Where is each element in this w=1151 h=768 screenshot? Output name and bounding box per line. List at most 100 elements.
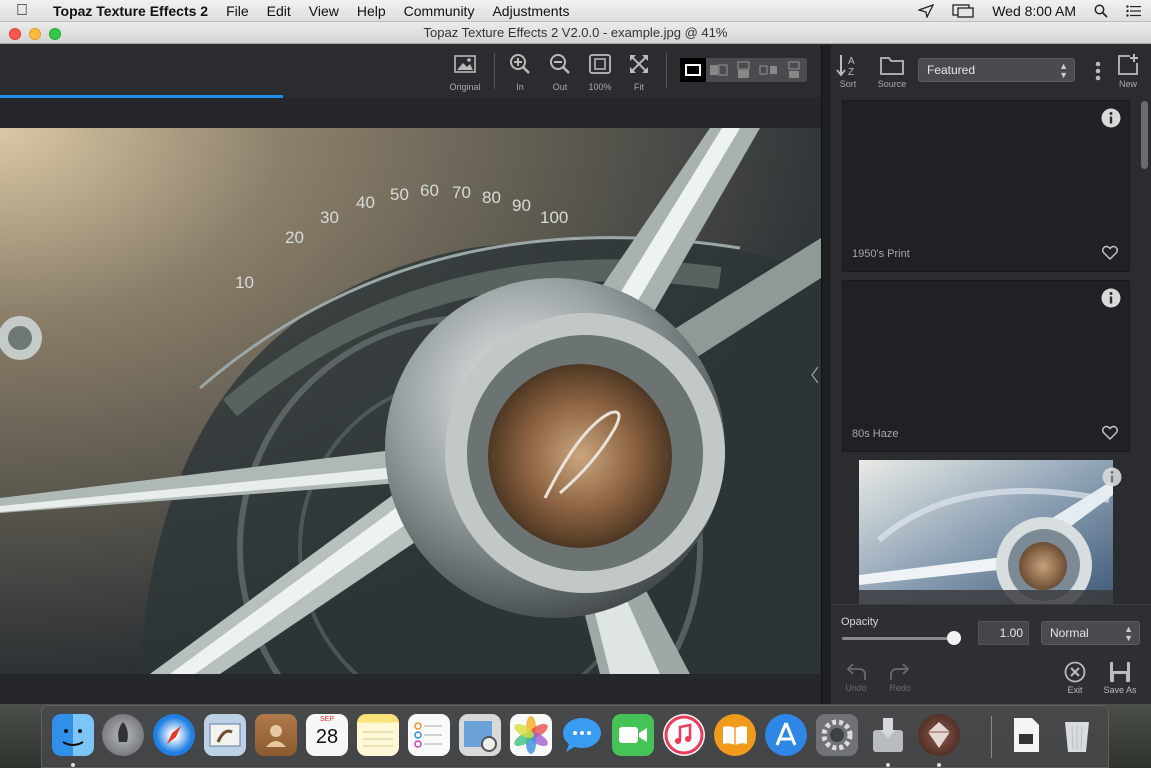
preset-list-scrollbar[interactable]	[1138, 97, 1151, 604]
zoom-out-button[interactable]: Out	[540, 53, 580, 93]
display-mirror-icon[interactable]	[943, 4, 983, 18]
menu-adjustments[interactable]: Adjustments	[483, 3, 578, 19]
opacity-value-field[interactable]: 1.00	[978, 621, 1029, 645]
speedo-numeral: 10	[235, 273, 254, 292]
zoom-in-button[interactable]: In	[500, 53, 540, 93]
apple-menu-icon[interactable]: 	[0, 2, 44, 20]
system-preferences-icon[interactable]	[816, 714, 858, 756]
actual-size-icon	[589, 54, 611, 74]
info-icon[interactable]	[1102, 467, 1122, 487]
blend-mode-value: Normal	[1050, 626, 1089, 640]
zoom-window-button[interactable]	[49, 28, 61, 40]
preset-thumbnail	[859, 460, 1113, 604]
trash-icon[interactable]	[1056, 714, 1098, 756]
image-toolbar: Original In Out 100% Fit	[0, 45, 821, 97]
image-icon	[454, 55, 476, 73]
running-indicator	[886, 763, 890, 767]
running-indicator	[71, 763, 75, 767]
split-vertical-view-button[interactable]	[706, 58, 731, 82]
opacity-slider-knob[interactable]	[947, 631, 961, 645]
blend-mode-select[interactable]: Normal ▲ ▼	[1041, 621, 1140, 645]
notification-center-icon[interactable]	[1117, 5, 1151, 17]
document-icon[interactable]	[1005, 714, 1047, 756]
speedo-numeral: 90	[512, 196, 531, 215]
panel-divider[interactable]	[811, 45, 843, 704]
itunes-icon[interactable]	[663, 714, 705, 756]
contacts-icon[interactable]	[255, 714, 297, 756]
installer-icon[interactable]	[867, 714, 909, 756]
safari-icon[interactable]	[153, 714, 195, 756]
exit-button[interactable]: Exit	[1062, 661, 1088, 695]
single-view-button[interactable]	[680, 58, 706, 82]
messages-icon[interactable]	[561, 714, 603, 756]
menu-help[interactable]: Help	[348, 3, 395, 19]
opacity-slider-fill	[842, 637, 954, 640]
scrollbar-thumb[interactable]	[1141, 101, 1148, 169]
preset-card[interactable]	[842, 460, 1130, 604]
finder-icon[interactable]	[52, 714, 94, 756]
preview-icon[interactable]	[459, 714, 501, 756]
launchpad-icon[interactable]	[102, 714, 144, 756]
exit-label: Exit	[1067, 685, 1083, 695]
opacity-label: Opacity	[841, 616, 879, 628]
calendar-icon[interactable]: SEP 28	[306, 714, 348, 756]
select-arrows-icon: ▲ ▼	[1059, 61, 1068, 80]
running-indicator	[937, 763, 941, 767]
topaz-icon[interactable]	[918, 714, 960, 756]
original-label: Original	[449, 82, 481, 92]
redo-label: Redo	[889, 683, 911, 693]
facetime-icon[interactable]	[612, 714, 654, 756]
preset-card[interactable]: 1950's Print	[842, 100, 1130, 272]
menu-clock[interactable]: Wed 8:00 AM	[983, 3, 1085, 19]
info-icon[interactable]	[1101, 108, 1121, 128]
menu-community[interactable]: Community	[395, 3, 484, 19]
original-button[interactable]: Original	[445, 53, 485, 93]
sort-label: Sort	[839, 79, 857, 89]
spotlight-search-icon[interactable]	[1085, 4, 1117, 18]
favorite-heart-icon[interactable]	[1101, 244, 1119, 262]
source-button[interactable]: Source	[875, 53, 909, 89]
info-icon[interactable]	[1101, 288, 1121, 308]
stacked-view-button[interactable]	[781, 58, 807, 82]
preset-card[interactable]: 80s Haze	[842, 280, 1130, 452]
notes-icon[interactable]	[357, 714, 399, 756]
stacked-view-icon	[788, 61, 800, 78]
favorite-heart-icon[interactable]	[1101, 424, 1119, 442]
menu-view[interactable]: View	[300, 3, 348, 19]
save-as-button[interactable]: Save As	[1100, 661, 1140, 695]
mail-icon[interactable]	[204, 714, 246, 756]
menu-file[interactable]: File	[217, 3, 258, 19]
zoom-out-icon	[550, 54, 570, 74]
split-horizontal-view-button[interactable]	[731, 58, 756, 82]
reminders-icon[interactable]	[408, 714, 450, 756]
image-preview[interactable]: 10 20 30 40 50 60 70 80 90 100	[0, 128, 821, 674]
ibooks-icon[interactable]	[714, 714, 756, 756]
opacity-slider-track[interactable]	[842, 631, 961, 645]
toolbar-separator	[666, 53, 667, 89]
new-preset-button[interactable]: New	[1115, 53, 1141, 89]
photos-icon[interactable]	[510, 714, 552, 756]
menu-app-name[interactable]: Topaz Texture Effects 2	[44, 3, 217, 19]
close-circle-icon	[1064, 661, 1086, 683]
speedo-numeral: 80	[482, 188, 501, 207]
undo-button[interactable]: Undo	[843, 661, 869, 693]
svg-text:Z: Z	[848, 67, 854, 77]
preset-name: 80s Haze	[852, 428, 899, 440]
zoom-100-button[interactable]: 100%	[580, 53, 620, 93]
side-by-side-view-button[interactable]	[756, 58, 781, 82]
sort-button[interactable]: AZ Sort	[835, 53, 861, 89]
minimize-window-button[interactable]	[29, 28, 41, 40]
fit-button[interactable]: Fit	[619, 53, 659, 93]
close-window-button[interactable]	[9, 28, 21, 40]
location-icon[interactable]	[909, 4, 943, 18]
redo-button[interactable]: Redo	[887, 661, 913, 693]
single-view-icon	[685, 64, 701, 76]
more-options-button[interactable]	[1093, 59, 1103, 83]
collapse-left-chevron-icon[interactable]	[810, 365, 820, 385]
category-select[interactable]: Featured ▲ ▼	[918, 58, 1075, 82]
menu-edit[interactable]: Edit	[258, 3, 300, 19]
zoom-out-label: Out	[552, 82, 568, 92]
window-title-bar: Topaz Texture Effects 2 V2.0.0 - example…	[0, 22, 1151, 44]
app-store-icon[interactable]	[765, 714, 807, 756]
redo-arrow-icon	[890, 663, 910, 680]
